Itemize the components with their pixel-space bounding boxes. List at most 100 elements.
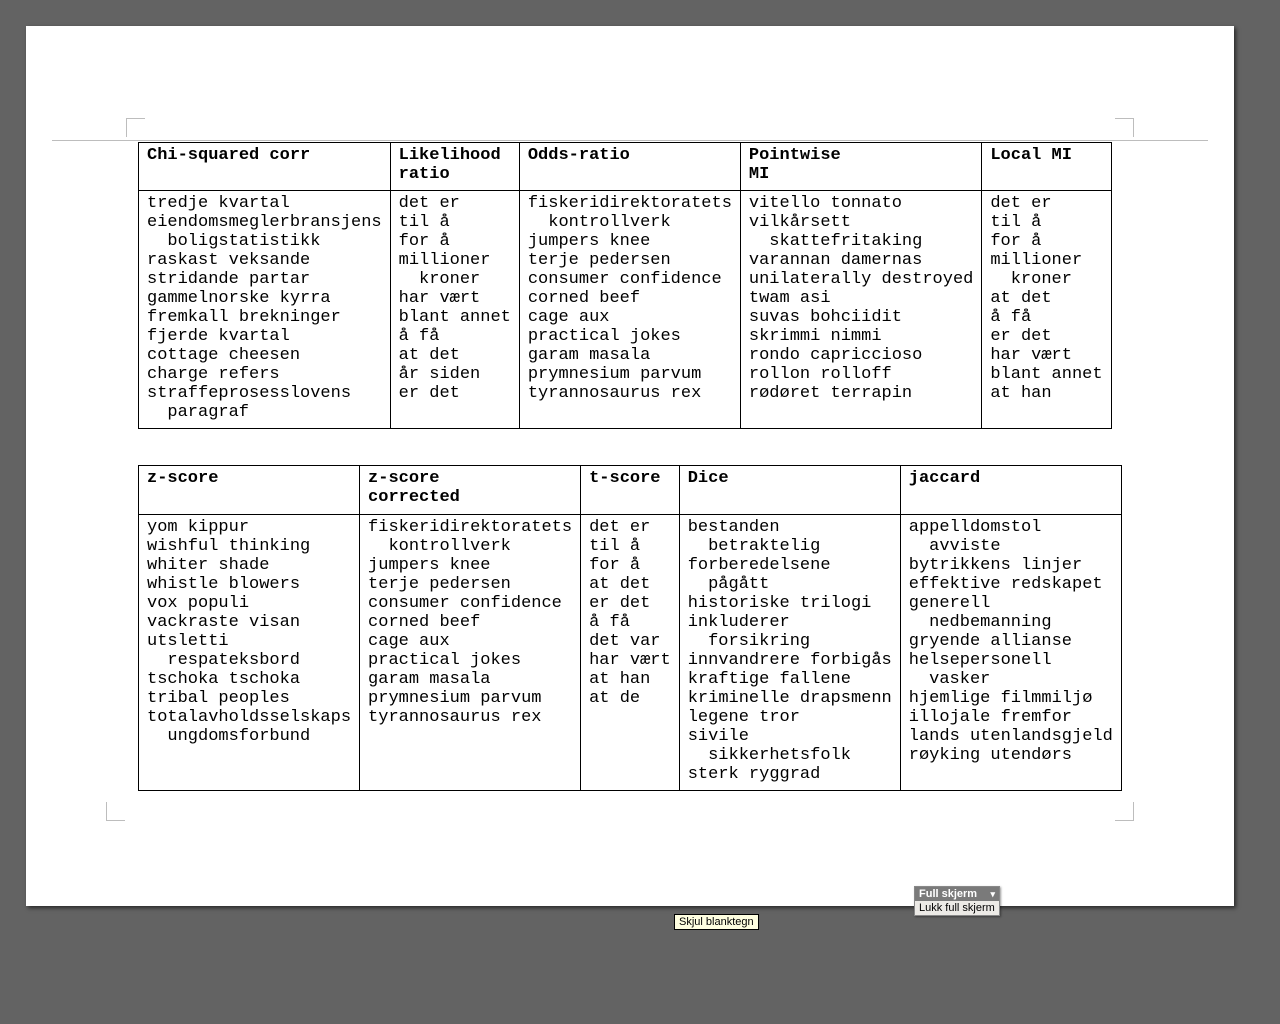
collocation-entry: millioner bbox=[990, 251, 1102, 270]
collocation-entry: gryende allianse bbox=[909, 632, 1113, 651]
collocation-entry: prymnesium parvum bbox=[528, 365, 732, 384]
fullscreen-dropdown[interactable]: Full skjerm ▾ Lukk full skjerm bbox=[914, 886, 1000, 916]
collocation-entry: prymnesium parvum bbox=[368, 689, 572, 708]
collocation-entry: fiskeridirektoratets bbox=[528, 194, 732, 213]
collocation-entry: innvandrere forbigås bbox=[688, 651, 892, 670]
collocation-entry: blant annet bbox=[399, 308, 511, 327]
collocation-entry: corned beef bbox=[368, 613, 572, 632]
collocation-entry: twam asi bbox=[749, 289, 973, 308]
collocation-entry: har vært bbox=[589, 651, 671, 670]
collocation-entry: bestanden bbox=[688, 518, 892, 537]
collocation-entry-continuation: forsikring bbox=[688, 632, 892, 651]
collocation-entry: rondo capriccioso bbox=[749, 346, 973, 365]
collocation-entry: å få bbox=[990, 308, 1102, 327]
collocation-entry: tredje kvartal bbox=[147, 194, 382, 213]
tooltip-hide-whitespace: Skjul blanktegn bbox=[674, 914, 759, 930]
collocation-entry: millioner bbox=[399, 251, 511, 270]
margin-mark-bl bbox=[106, 802, 125, 821]
collocation-entry: å få bbox=[399, 327, 511, 346]
table2-cell: yom kippurwishful thinkingwhiter shadewh… bbox=[139, 514, 360, 790]
collocation-entry: cage aux bbox=[368, 632, 572, 651]
collocation-entry: whiter shade bbox=[147, 556, 351, 575]
collocation-entry: år siden bbox=[399, 365, 511, 384]
collocation-entry: forberedelsene bbox=[688, 556, 892, 575]
collocation-entry: illojale fremfor bbox=[909, 708, 1113, 727]
collocation-entry: at han bbox=[589, 670, 671, 689]
collocation-entry: røyking utendørs bbox=[909, 746, 1113, 765]
close-fullscreen-item[interactable]: Lukk full skjerm bbox=[915, 901, 999, 915]
tables-container: Chi-squared corrLikelihoodratioOdds-rati… bbox=[138, 142, 1122, 827]
collocation-entry-continuation: kroner bbox=[990, 270, 1102, 289]
table-associations-1: Chi-squared corrLikelihoodratioOdds-rati… bbox=[138, 142, 1112, 429]
table-associations-2: z-scorez-scorecorrectedt-scoreDicejaccar… bbox=[138, 465, 1122, 791]
collocation-entry: utsletti bbox=[147, 632, 351, 651]
table2-cell: appelldomstolavvistebytrikkens linjereff… bbox=[900, 514, 1121, 790]
collocation-entry-continuation: sikkerhetsfolk bbox=[688, 746, 892, 765]
collocation-entry-continuation: betraktelig bbox=[688, 537, 892, 556]
table2-header: Dice bbox=[679, 466, 900, 514]
collocation-entry: totalavholdsselskaps bbox=[147, 708, 351, 727]
collocation-entry: skrimmi nimmi bbox=[749, 327, 973, 346]
collocation-entry: tyrannosaurus rex bbox=[368, 708, 572, 727]
collocation-entry: consumer confidence bbox=[368, 594, 572, 613]
table2-header: jaccard bbox=[900, 466, 1121, 514]
collocation-entry: legene tror bbox=[688, 708, 892, 727]
table1-header: PointwiseMI bbox=[740, 143, 981, 191]
collocation-entry: har vært bbox=[990, 346, 1102, 365]
collocation-entry: at de bbox=[589, 689, 671, 708]
table1-header: Local MI bbox=[982, 143, 1111, 191]
collocation-entry: varannan damernas bbox=[749, 251, 973, 270]
collocation-entry: å få bbox=[589, 613, 671, 632]
collocation-entry: tschoka tschoka bbox=[147, 670, 351, 689]
table1-header: Likelihoodratio bbox=[390, 143, 519, 191]
collocation-entry-continuation: kontrollverk bbox=[368, 537, 572, 556]
collocation-entry: for å bbox=[589, 556, 671, 575]
collocation-entry: jumpers knee bbox=[368, 556, 572, 575]
collocation-entry: vitello tonnato bbox=[749, 194, 973, 213]
collocation-entry-continuation: ungdomsforbund bbox=[147, 727, 351, 746]
table2-header: t-score bbox=[581, 466, 680, 514]
collocation-entry: corned beef bbox=[528, 289, 732, 308]
collocation-entry-continuation: paragraf bbox=[147, 403, 382, 422]
collocation-entry: til å bbox=[990, 213, 1102, 232]
table1-header: Chi-squared corr bbox=[139, 143, 391, 191]
collocation-entry: tribal peoples bbox=[147, 689, 351, 708]
collocation-entry: helsepersonell bbox=[909, 651, 1113, 670]
collocation-entry: kraftige fallene bbox=[688, 670, 892, 689]
table2-header: z-score bbox=[139, 466, 360, 514]
collocation-entry: at det bbox=[399, 346, 511, 365]
collocation-entry: rødøret terrapin bbox=[749, 384, 973, 403]
collocation-entry-continuation: pågått bbox=[688, 575, 892, 594]
collocation-entry: straffeprosesslovens bbox=[147, 384, 382, 403]
collocation-entry: appelldomstol bbox=[909, 518, 1113, 537]
collocation-entry: er det bbox=[589, 594, 671, 613]
collocation-entry: charge refers bbox=[147, 365, 382, 384]
collocation-entry: det er bbox=[399, 194, 511, 213]
chevron-down-icon: ▾ bbox=[990, 889, 995, 900]
collocation-entry: practical jokes bbox=[528, 327, 732, 346]
collocation-entry: gammelnorske kyrra bbox=[147, 289, 382, 308]
collocation-entry: bytrikkens linjer bbox=[909, 556, 1113, 575]
fullscreen-title[interactable]: Full skjerm ▾ bbox=[915, 887, 999, 901]
collocation-entry: inkluderer bbox=[688, 613, 892, 632]
fullscreen-title-label: Full skjerm bbox=[919, 888, 977, 900]
collocation-entry-continuation: kontrollverk bbox=[528, 213, 732, 232]
collocation-entry: fjerde kvartal bbox=[147, 327, 382, 346]
collocation-entry-continuation: avviste bbox=[909, 537, 1113, 556]
collocation-entry: det er bbox=[990, 194, 1102, 213]
collocation-entry-continuation: respateksbord bbox=[147, 651, 351, 670]
collocation-entry: rollon rolloff bbox=[749, 365, 973, 384]
collocation-entry: stridande partar bbox=[147, 270, 382, 289]
table1-cell: fiskeridirektoratetskontrollverkjumpers … bbox=[519, 191, 740, 429]
collocation-entry-continuation: nedbemanning bbox=[909, 613, 1113, 632]
collocation-entry: vox populi bbox=[147, 594, 351, 613]
collocation-entry: at det bbox=[589, 575, 671, 594]
collocation-entry: sivile bbox=[688, 727, 892, 746]
collocation-entry: consumer confidence bbox=[528, 270, 732, 289]
collocation-entry: at han bbox=[990, 384, 1102, 403]
collocation-entry: practical jokes bbox=[368, 651, 572, 670]
margin-mark-tr bbox=[1115, 118, 1134, 137]
collocation-entry: garam masala bbox=[368, 670, 572, 689]
collocation-entry: fiskeridirektoratets bbox=[368, 518, 572, 537]
table1-header: Odds-ratio bbox=[519, 143, 740, 191]
